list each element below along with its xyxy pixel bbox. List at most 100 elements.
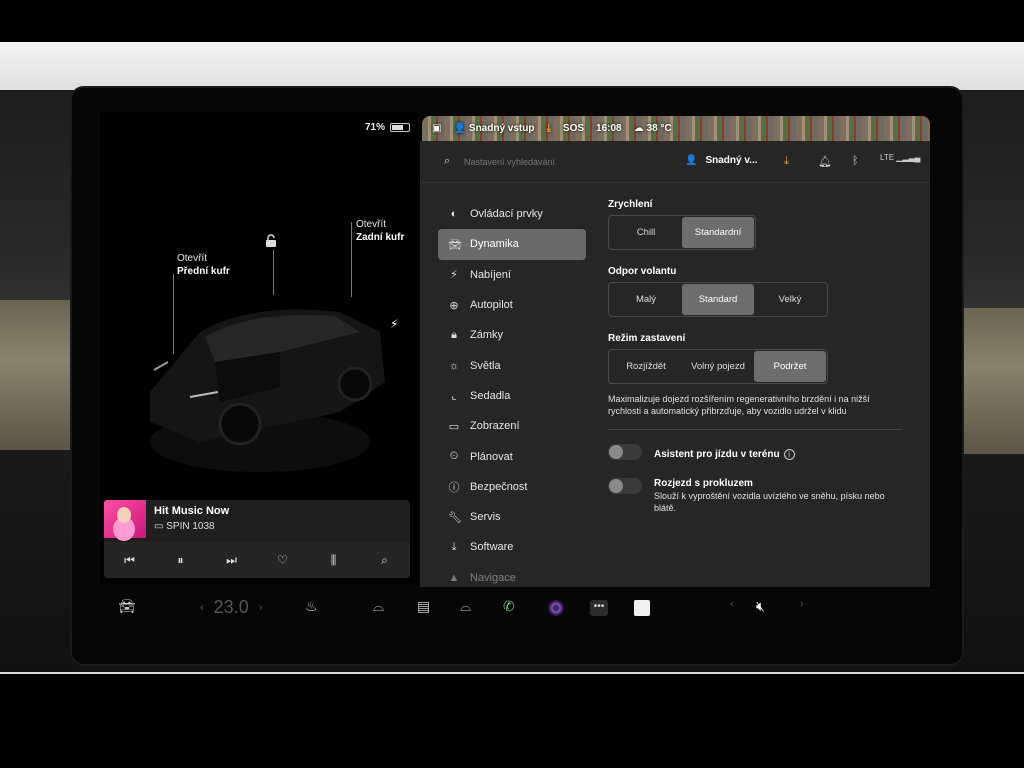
nav-label: Světla — [470, 359, 501, 372]
nav-item-seats[interactable]: ⌞ Sedadla — [438, 381, 586, 411]
download-icon[interactable]: ⤓ — [546, 123, 550, 134]
volume-up-icon[interactable]: › — [800, 598, 804, 610]
nav-item-schedule[interactable]: ⏲ Plánovat — [438, 441, 586, 471]
nav-item-software[interactable]: ⤓ Software — [438, 532, 586, 562]
temp-decrease-icon[interactable]: ‹ — [200, 602, 204, 614]
bell-icon[interactable]: 🔔︎ — [818, 155, 832, 168]
climate-temperature[interactable]: ‹ 23.0 › — [200, 597, 262, 618]
nav-label: Ovládací prvky — [470, 208, 543, 221]
media-player[interactable]: Hit Music Now ▭ SPIN 1038 ⏮ ⏸ ⏭ ♡ ⫼ ⌕ — [104, 500, 410, 578]
info-circle-icon: ⓘ — [448, 481, 460, 494]
nav-item-service[interactable]: 🔧︎ Servis — [438, 502, 586, 532]
sos-badge[interactable]: SOS — [563, 123, 584, 134]
nav-item-display[interactable]: ▭ Zobrazení — [438, 411, 586, 441]
pause-icon[interactable]: ⏸ — [166, 553, 196, 568]
rear-trunk-name: Zadní kufr — [356, 232, 405, 243]
stopping-option-hold[interactable]: Podržet — [754, 351, 826, 382]
dynamics-settings: Zrychlení Chill Standardní Odpor volantu… — [608, 199, 918, 530]
slip-start-toggle[interactable] — [608, 478, 642, 494]
defrost-auto-icon[interactable]: ⌓ — [460, 598, 471, 615]
steering-selector: Malý Standard Velký — [608, 282, 828, 317]
nav-item-charging[interactable]: ⚡︎ Nabíjení — [438, 260, 586, 290]
status-profile-name: Snadný vstup — [468, 123, 535, 134]
download-icon[interactable]: ⤓ — [784, 155, 789, 168]
lock-icon: 🔒︎ — [451, 328, 457, 341]
steering-wheel-icon: ⊕ — [449, 299, 459, 312]
rear-trunk-action: Otevřít — [356, 219, 387, 230]
bluetooth-icon[interactable]: ᛒ — [852, 155, 859, 167]
heart-icon[interactable]: ♡ — [268, 553, 298, 567]
offroad-assist-toggle[interactable] — [608, 444, 642, 460]
volume-mute-icon[interactable]: 🔇︎ — [756, 598, 765, 615]
volume-down-icon[interactable]: ‹ — [730, 598, 734, 610]
rear-trunk-button[interactable]: Otevřít Zadní kufr — [356, 218, 404, 244]
next-icon[interactable]: ⏭ — [217, 553, 247, 568]
nav-item-locks[interactable]: 🔒︎ Zámky — [438, 320, 586, 350]
stopping-mode-title: Režim zastavení — [608, 333, 686, 344]
outside-temp-value: 38 °C — [646, 123, 672, 134]
temp-increase-icon[interactable]: › — [259, 602, 263, 614]
equalizer-icon[interactable]: ⫼ — [319, 553, 349, 568]
profile-button[interactable]: 👤 Snadný v... — [685, 155, 758, 166]
acceleration-option-standard[interactable]: Standardní — [682, 217, 754, 248]
camera-icon[interactable] — [548, 600, 564, 616]
phone-icon[interactable]: ✆ — [503, 598, 515, 615]
slip-start-label: Rozjezd s prokluzem — [654, 478, 753, 489]
defrost-front-icon[interactable]: ⌓ — [373, 598, 384, 615]
lte-signal-icon: LTE ▁▂▃▄ — [880, 153, 921, 162]
seat-heater-icon[interactable]: ♨ — [305, 598, 318, 615]
sun-icon: ☼ — [448, 359, 460, 372]
search-icon[interactable]: ⌕ — [370, 553, 400, 568]
info-icon[interactable]: i — [783, 449, 795, 460]
nav-item-navigation[interactable]: ▲ Navigace — [438, 563, 586, 593]
status-lock[interactable]: ▣ — [432, 123, 441, 134]
battery-fill — [392, 125, 404, 130]
previous-icon[interactable]: ⏮ — [115, 553, 145, 568]
status-profile[interactable]: 👤 Snadný vstup — [453, 123, 534, 134]
nav-item-lights[interactable]: ☼ Světla — [438, 350, 586, 380]
steering-option-standard[interactable]: Standard — [682, 284, 754, 315]
slip-start-row: Rozjezd s prokluzem Slouží k vyproštění … — [608, 478, 918, 514]
nav-label: Servis — [470, 511, 501, 524]
stopping-option-roll[interactable]: Volný pojezd — [682, 351, 754, 382]
nav-label: Nabíjení — [470, 268, 511, 281]
offroad-assist-row: Asistent pro jízdu v terénu i — [608, 444, 918, 462]
car-image — [150, 309, 385, 472]
stopping-option-creep[interactable]: Rozjíždět — [610, 351, 682, 382]
nav-label: Plánovat — [470, 450, 513, 463]
nav-item-safety[interactable]: ⓘ Bezpečnost — [438, 472, 586, 502]
front-trunk-button[interactable]: Otevřít Přední kufr — [177, 252, 230, 278]
nav-label: Zobrazení — [470, 420, 520, 433]
nav-label: Software — [470, 541, 514, 554]
notes-icon[interactable] — [634, 600, 650, 616]
nav-item-controls[interactable]: ◐ Ovládací prvky — [438, 199, 586, 229]
more-icon[interactable]: ••• — [590, 600, 608, 616]
steering-option-heavy[interactable]: Velký — [754, 284, 826, 315]
acceleration-option-chill[interactable]: Chill — [610, 217, 682, 248]
nav-item-autopilot[interactable]: ⊕ Autopilot — [438, 290, 586, 320]
unlock-icon[interactable] — [265, 234, 277, 250]
bolt-icon[interactable]: ⚡ — [390, 317, 398, 331]
nav-label: Zámky — [470, 329, 503, 342]
clock-icon: ⏲ — [449, 450, 459, 463]
lock-leader — [273, 250, 274, 295]
car-icon: 🚘︎ — [448, 238, 462, 251]
car-view-panel: 71% Otevřít Přední kufr Otevřít Zadní ku… — [100, 112, 418, 584]
nav-label: Sedadla — [470, 389, 511, 402]
defrost-rear-icon[interactable]: ▤ — [417, 598, 430, 615]
settings-topbar: ⌕ 👤 Snadný v... ⤓ 🔔︎ ᛒ LTE ▁▂▃▄ — [420, 141, 930, 183]
steering-title: Odpor volantu — [608, 266, 677, 277]
wood-trim-right — [962, 308, 1024, 454]
acceleration-selector: Chill Standardní — [608, 215, 756, 250]
temperature-value: 23.0 — [213, 597, 249, 617]
nav-item-dynamics[interactable]: 🚘︎ Dynamika — [438, 229, 586, 260]
settings-search-input[interactable] — [464, 155, 664, 169]
battery-percent: 71% — [364, 122, 385, 133]
offroad-assist-label: Asistent pro jízdu v terénu — [654, 449, 780, 460]
steering-option-light[interactable]: Malý — [610, 284, 682, 315]
car-icon[interactable]: 🚘︎ — [118, 598, 136, 615]
toggle-icon: ◐ — [450, 208, 458, 221]
wrench-icon: 🔧︎ — [448, 511, 462, 524]
user-icon: 👤 — [685, 155, 698, 166]
clock: 16:08 — [596, 123, 622, 134]
